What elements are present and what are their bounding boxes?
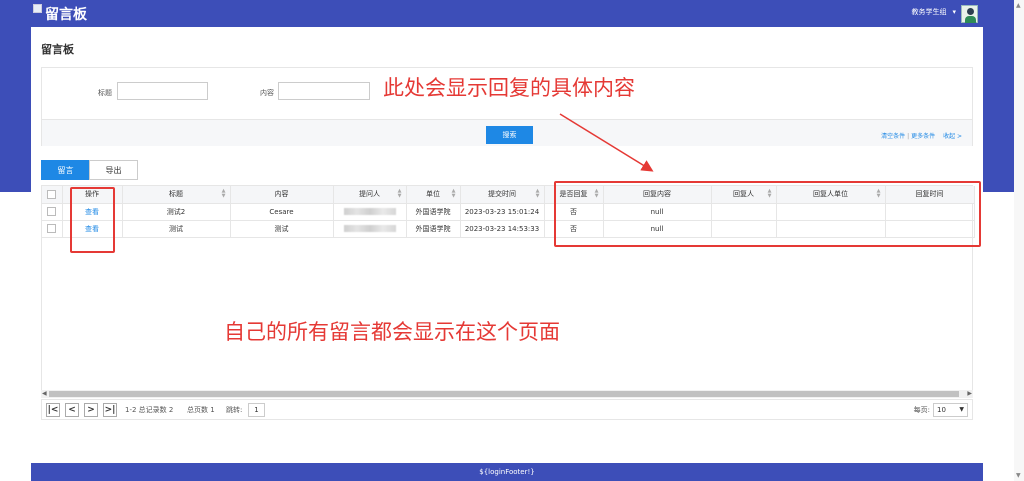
prev-page-button[interactable]: <	[65, 403, 79, 417]
tab-bar: 留言 导出	[41, 160, 138, 180]
title-filter-input[interactable]	[117, 82, 208, 100]
per-page-label: 每页:	[913, 406, 930, 414]
app-title: 留言板	[45, 7, 87, 23]
col-unit-label: 单位	[426, 190, 440, 199]
record-range: 1-2 总记录数 2	[125, 406, 174, 414]
top-bar: 留言板 教务学生组 ▾	[0, 0, 1024, 27]
col-title-label: 标题	[169, 190, 183, 199]
vertical-scrollbar[interactable]: ▲ ▼	[1014, 0, 1024, 481]
asker-cell	[333, 220, 407, 238]
link-separator: |	[907, 133, 910, 140]
clear-conditions-link[interactable]: 清空条件	[881, 133, 905, 140]
tab-messages[interactable]: 留言	[41, 160, 90, 180]
title-cell: 测试2	[122, 203, 231, 221]
scroll-up-icon[interactable]: ▲	[1016, 2, 1021, 9]
avatar[interactable]	[961, 5, 978, 23]
horizontal-scrollbar[interactable]: ◀ ▶	[41, 390, 973, 398]
sort-icon[interactable]: ▲ ▼	[536, 189, 540, 199]
last-page-button[interactable]: >|	[103, 403, 117, 417]
filter-actions: 搜索 清空条件 | 更多条件 收起 >	[42, 119, 972, 146]
all-messages-annotation: 自己的所有留言都会显示在这个页面	[224, 320, 560, 344]
collapse-link[interactable]: 收起 >	[943, 133, 962, 140]
row-checkbox[interactable]	[47, 207, 57, 216]
title-filter-label: 标题	[98, 89, 112, 97]
reply-content-annotation: 此处会显示回复的具体内容	[383, 76, 635, 100]
blurred-name	[343, 225, 396, 232]
avatar-head	[967, 8, 974, 15]
per-page-select[interactable]: 10 ▼	[933, 403, 968, 417]
row-select-cell[interactable]	[42, 220, 63, 238]
time-cell: 2023-03-23 15:01:24	[460, 203, 545, 221]
first-page-button[interactable]: |<	[46, 403, 60, 417]
col-time-label: 提交时间	[488, 190, 516, 199]
col-content: 内容	[230, 186, 334, 204]
scroll-right-icon[interactable]: ▶	[967, 390, 972, 397]
reply-columns-highlight-box	[554, 181, 981, 247]
filter-links: 清空条件 | 更多条件 收起 >	[881, 131, 962, 140]
more-conditions-link[interactable]: 更多条件	[911, 133, 935, 140]
avatar-body	[965, 16, 976, 23]
user-menu[interactable]: 教务学生组 ▾	[911, 7, 956, 17]
select-all-checkbox[interactable]	[47, 189, 57, 199]
sort-icon[interactable]: ▲ ▼	[398, 189, 402, 199]
user-name: 教务学生组	[911, 8, 947, 16]
content-cell: Cesare	[230, 203, 334, 221]
select-all-cell[interactable]	[42, 186, 63, 204]
title-cell: 测试	[122, 220, 231, 238]
per-page-value: 10	[937, 406, 946, 414]
content-cell: 测试	[230, 220, 334, 238]
scroll-down-icon[interactable]: ▼	[1016, 472, 1021, 479]
content-filter-input[interactable]	[278, 82, 370, 100]
col-unit[interactable]: 单位 ▲ ▼	[406, 186, 461, 204]
broken-image-icon	[33, 4, 42, 13]
col-time[interactable]: 提交时间 ▲ ▼	[460, 186, 545, 204]
jump-page-input[interactable]: 1	[248, 403, 265, 417]
chevron-down-icon: ▾	[952, 8, 956, 16]
time-cell: 2023-03-23 14:53:33	[460, 220, 545, 238]
unit-cell: 外国语学院	[406, 203, 461, 221]
col-asker[interactable]: 提问人 ▲ ▼	[333, 186, 407, 204]
scrollbar-thumb[interactable]	[49, 391, 959, 397]
blurred-name	[343, 208, 396, 215]
col-content-label: 内容	[274, 190, 289, 199]
asker-cell	[333, 203, 407, 221]
pagination: |< < > >| 1-2 总记录数 2 总页数 1 跳转: 1 每页: 10 ▼	[41, 399, 973, 420]
page-title: 留言板	[41, 43, 74, 56]
search-button[interactable]: 搜索	[486, 126, 533, 144]
col-title[interactable]: 标题 ▲ ▼	[122, 186, 231, 204]
annotation-arrow-icon	[559, 113, 654, 172]
app-logo[interactable]: 留言板	[33, 4, 87, 24]
total-pages: 总页数 1	[187, 406, 215, 414]
jump-label: 跳转:	[226, 406, 243, 414]
chevron-down-icon: ▼	[959, 406, 964, 413]
col-asker-label: 提问人	[359, 190, 380, 199]
row-checkbox[interactable]	[47, 224, 57, 233]
row-select-cell[interactable]	[42, 203, 63, 221]
content-filter-label: 内容	[260, 89, 274, 97]
scroll-left-icon[interactable]: ◀	[42, 390, 47, 397]
tab-export[interactable]: 导出	[89, 160, 138, 180]
sort-icon[interactable]: ▲ ▼	[222, 189, 226, 199]
view-action-highlight-box	[70, 187, 115, 253]
sort-icon[interactable]: ▲ ▼	[452, 189, 456, 199]
next-page-button[interactable]: >	[84, 403, 98, 417]
footer: ${loginFooter!}	[31, 463, 983, 481]
unit-cell: 外国语学院	[406, 220, 461, 238]
